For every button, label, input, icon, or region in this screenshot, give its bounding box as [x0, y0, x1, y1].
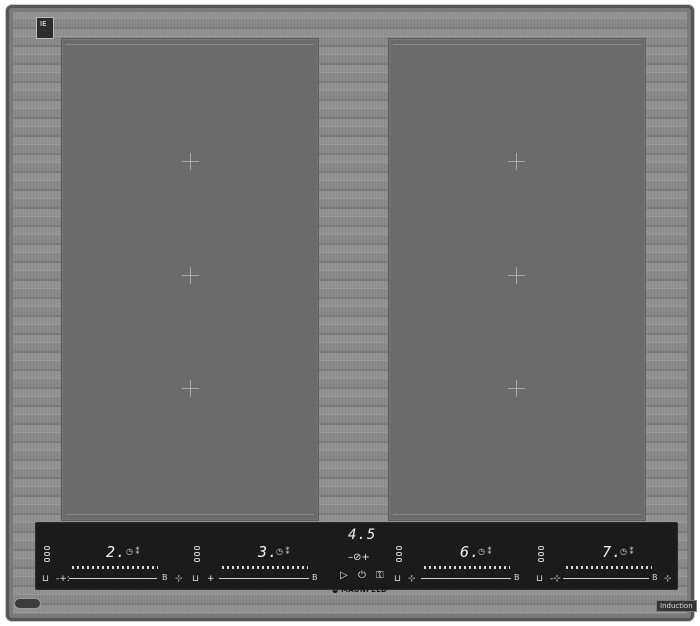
zone-top-line [393, 44, 641, 45]
zone-link-icon[interactable]: ⊹ [408, 574, 416, 584]
brand-logo: ◒ MAUNFELD [332, 586, 388, 594]
zone-marker-icon [182, 267, 199, 284]
zone-link-icon[interactable]: -⊹ [550, 574, 561, 584]
boost-2[interactable]: B [312, 573, 318, 582]
boost-1[interactable]: B [162, 573, 168, 582]
pot-icon[interactable]: ⊔ [192, 574, 199, 584]
pot-icon[interactable]: ⊔ [394, 574, 401, 584]
timer-display: 4.5 [348, 527, 377, 543]
zone-4-slider[interactable] [566, 566, 652, 569]
zone-4-bar [563, 578, 649, 579]
bridge-icon[interactable]: ⊹ [664, 574, 672, 584]
energy-label: IE [36, 17, 54, 39]
zone-marker-icon [508, 153, 525, 170]
zone-bottom-line [393, 514, 641, 515]
preset-stack-icon[interactable] [396, 546, 402, 564]
zone-marker-icon [508, 267, 525, 284]
zone-marker-icon [508, 380, 525, 397]
pot-icon[interactable]: ⊔ [536, 574, 543, 584]
preset-stack-icon[interactable] [194, 546, 200, 564]
zone-1-slider[interactable] [72, 566, 158, 569]
power-icon[interactable]: ⏻ [358, 571, 366, 581]
left-cooking-zone[interactable] [61, 38, 319, 521]
pot-icon[interactable]: ⊔ [42, 574, 49, 584]
zone-3-slider[interactable] [424, 566, 510, 569]
zone-1-level: 2. [106, 543, 127, 561]
touch-control-panel: ⊔ 2. ◷ ⁑ -+: B ⊹ ⊔ 3. ◷ ⁑ + B 4.5 –⊘+ ▷ … [35, 522, 678, 590]
play-icon[interactable]: ▷ [340, 571, 348, 581]
bridge-icon[interactable]: ⊹ [175, 574, 183, 584]
right-cooking-zone[interactable] [388, 38, 646, 521]
timer-icon[interactable]: ◷ ⁑ [276, 547, 290, 556]
lock-icon[interactable]: ⚿ [376, 571, 384, 581]
zone-1-bar [69, 578, 157, 579]
zone-marker-icon [182, 153, 199, 170]
left-badge [14, 598, 42, 609]
zone-3-bar [421, 578, 511, 579]
zone-link-icon[interactable]: -+: [56, 574, 70, 584]
boost-4[interactable]: B [652, 573, 658, 582]
cooktop-surface: IE ⊔ 2. ◷ ⁑ -+: B ⊹ ⊔ 3. ◷ ⁑ + B 4.5 –⊘+… [6, 5, 697, 621]
zone-2-slider[interactable] [222, 566, 308, 569]
timer-adjust-icon[interactable]: –⊘+ [348, 553, 370, 563]
timer-icon[interactable]: ◷ ⁑ [478, 547, 492, 556]
zone-marker-icon [182, 380, 199, 397]
zone-top-line [66, 44, 314, 45]
zone-2-bar [219, 578, 309, 579]
preset-stack-icon[interactable] [44, 546, 50, 564]
zone-bottom-line [66, 514, 314, 515]
preset-stack-icon[interactable] [538, 546, 544, 564]
zone-link-icon[interactable]: + [207, 574, 215, 584]
timer-icon[interactable]: ◷ ⁑ [620, 547, 634, 556]
timer-icon[interactable]: ◷ ⁑ [126, 547, 140, 556]
induction-label: Induction [656, 600, 697, 612]
boost-3[interactable]: B [514, 573, 520, 582]
